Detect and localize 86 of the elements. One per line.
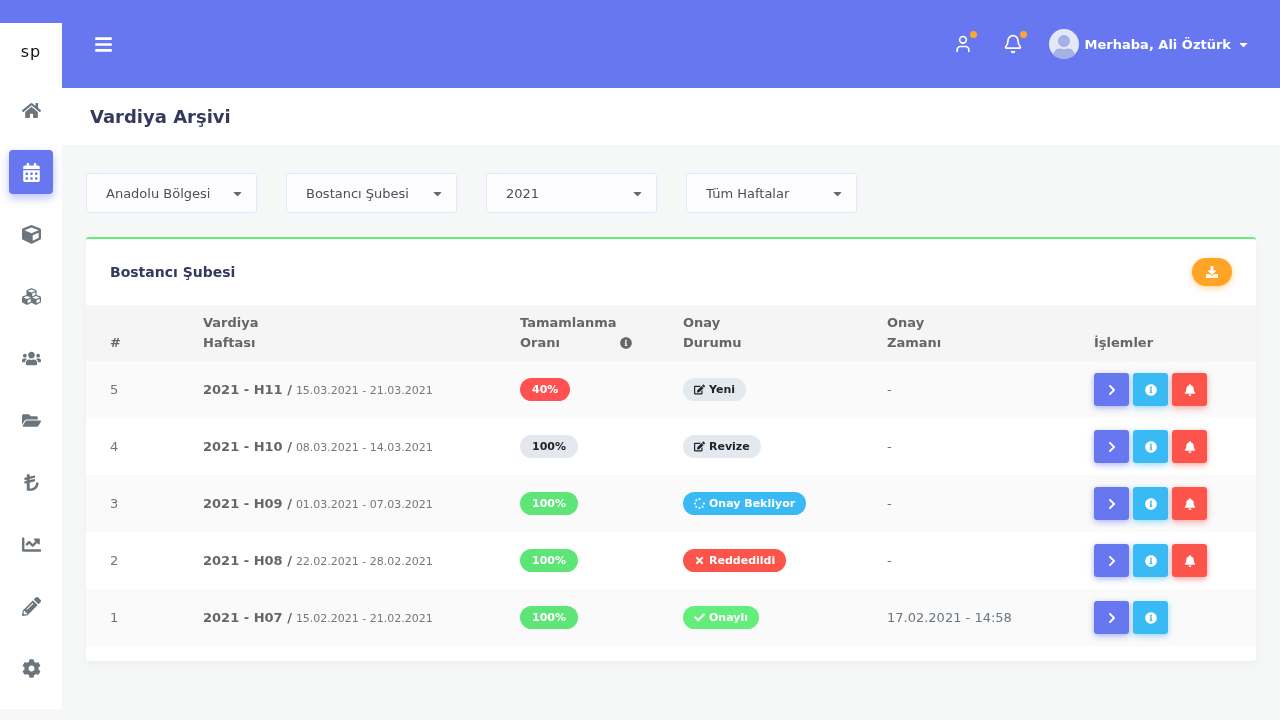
column-header: Onay Durumu (683, 314, 742, 352)
week-dates: 08.03.2021 - 14.03.2021 (295, 441, 433, 454)
filter-dropdown[interactable]: Anadolu Bölgesi (86, 173, 257, 213)
week-code: 2021 - H07 / (203, 610, 292, 625)
status-tag: Revize (683, 435, 761, 458)
open-button[interactable] (1094, 373, 1129, 406)
approval-time: - (887, 439, 893, 454)
check-icon (694, 612, 705, 623)
completion-rate: 100% (520, 435, 578, 458)
filter-dropdown[interactable]: 2021 (486, 173, 657, 213)
week-dates: 01.03.2021 - 07.03.2021 (295, 498, 433, 511)
completion-rate: 40% (520, 378, 571, 401)
pencil-icon (21, 596, 41, 616)
lira-icon (21, 472, 41, 492)
approval-time: - (887, 496, 893, 511)
week-dates: 15.03.2021 - 21.03.2021 (295, 384, 433, 397)
notify-button[interactable] (1172, 487, 1207, 520)
approval-time: - (887, 382, 893, 397)
row-number: 1 (110, 610, 120, 625)
status-tag: Onaylı (683, 606, 759, 629)
bell-icon (1183, 554, 1196, 567)
brand-logo[interactable]: sp (20, 23, 42, 79)
week-dates: 22.02.2021 - 28.02.2021 (295, 555, 433, 568)
menu-icon (94, 34, 113, 54)
open-button[interactable] (1094, 487, 1129, 520)
row-number: 3 (110, 496, 120, 511)
user-menu[interactable]: Merhaba, Ali Öztürk (1048, 29, 1250, 59)
edit-icon (694, 441, 705, 452)
approval-time: - (887, 553, 893, 568)
column-header: Tamamlanma Oranı (520, 314, 617, 352)
completion-rate: 100% (520, 606, 578, 629)
cube-icon (21, 224, 41, 244)
notify-button[interactable] (1172, 430, 1207, 463)
calendar-icon (21, 162, 41, 182)
bell-icon (1183, 440, 1196, 453)
status-tag: Yeni (683, 378, 747, 401)
row-number: 2 (110, 553, 120, 568)
page-title: Vardiya Arşivi (90, 106, 231, 127)
spinner-icon (694, 498, 705, 509)
week-code: 2021 - H10 / (203, 439, 292, 454)
filter-dropdown[interactable]: Bostancı Şubesi (286, 173, 457, 213)
week-code: 2021 - H08 / (203, 553, 292, 568)
info-icon (1144, 440, 1157, 453)
bell-icon (1183, 497, 1196, 510)
edit-icon (694, 384, 705, 395)
open-button[interactable] (1094, 430, 1129, 463)
row-number: 5 (110, 382, 120, 397)
settings-icon (21, 658, 41, 678)
sidebar-item[interactable] (9, 150, 53, 194)
info-button[interactable] (1133, 487, 1168, 520)
open-button[interactable] (1094, 601, 1129, 634)
info-icon (1144, 383, 1157, 396)
info-icon (1144, 554, 1157, 567)
filter-dropdown[interactable]: Tüm Haftalar (686, 173, 857, 213)
cross-icon (694, 555, 705, 566)
completion-rate: 100% (520, 549, 578, 572)
bell-icon (1002, 34, 1023, 54)
info-button[interactable] (1133, 373, 1168, 406)
week-code: 2021 - H11 / (203, 382, 292, 397)
status-tag: Reddedildi (683, 549, 787, 572)
column-header: Onay Zamanı (887, 314, 942, 352)
info-button[interactable] (1133, 601, 1168, 634)
bell-icon (1183, 383, 1196, 396)
avatar-icon (1048, 29, 1079, 59)
info-button[interactable] (1133, 544, 1168, 577)
week-dates: 15.02.2021 - 21.02.2021 (295, 612, 433, 625)
column-header: İşlemler (1094, 334, 1154, 352)
card-title: Bostancı Şubesi (110, 264, 236, 280)
approval-time: 17.02.2021 - 14:58 (887, 610, 1013, 625)
info-icon (1144, 611, 1157, 624)
row-number: 4 (110, 439, 120, 454)
cubes-icon (21, 286, 41, 306)
status-tag: Onay Bekliyor (683, 492, 807, 515)
notify-button[interactable] (1172, 373, 1207, 406)
download-icon (1206, 266, 1218, 278)
column-header: Vardiya Haftası (203, 314, 259, 352)
chart-icon (21, 534, 41, 554)
download-button[interactable] (1192, 258, 1232, 286)
open-button[interactable] (1094, 544, 1129, 577)
week-code: 2021 - H09 / (203, 496, 292, 511)
info-button[interactable] (1133, 430, 1168, 463)
column-header: # (110, 334, 121, 352)
home-icon (21, 100, 41, 120)
info-icon (1144, 497, 1157, 510)
completion-rate: 100% (520, 492, 578, 515)
notify-button[interactable] (1172, 544, 1207, 577)
